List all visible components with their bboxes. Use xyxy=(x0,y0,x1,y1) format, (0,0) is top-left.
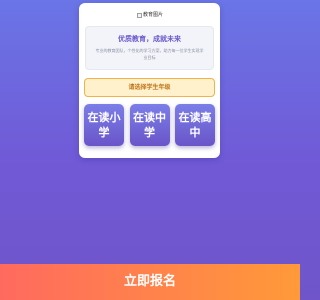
grade-button-middle[interactable]: 在读中学 xyxy=(129,104,170,146)
banner-image-alt: 教育图片 xyxy=(142,12,163,18)
signup-button[interactable]: 立即报名 xyxy=(0,264,300,300)
grade-select-prompt: 请选择学生年级 xyxy=(84,78,215,97)
hero-section: 优质教育，成就未来 专业的教育团队，个性化的学习方案，助力每一位学生实现学业目标 xyxy=(85,26,214,70)
broken-image-icon xyxy=(137,12,142,18)
grade-button-high[interactable]: 在读高中 xyxy=(175,104,215,146)
grade-options: 在读小学 在读中学 在读高中 xyxy=(84,104,215,146)
content-card: 教育图片 优质教育，成就未来 专业的教育团队，个性化的学习方案，助力每一位学生实… xyxy=(79,3,220,158)
grade-button-primary[interactable]: 在读小学 xyxy=(84,104,124,146)
banner-image: 教育图片 xyxy=(137,10,163,20)
hero-description: 专业的教育团队，个性化的学习方案，助力每一位学生实现学业目标 xyxy=(95,48,204,60)
hero-title: 优质教育，成就未来 xyxy=(118,35,181,43)
